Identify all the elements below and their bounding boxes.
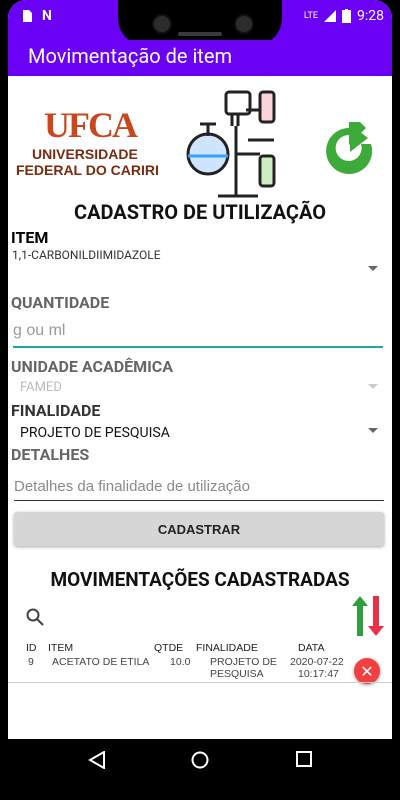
home-icon[interactable] (191, 751, 209, 769)
column-header-item: ITEM (48, 642, 74, 654)
quantity-label: QUANTIDADE (11, 293, 110, 312)
refresh-icon[interactable] (320, 122, 378, 180)
purpose-label: FINALIDADE (11, 401, 101, 420)
details-input[interactable] (14, 472, 384, 501)
toolbar-title: Movimentação de item (28, 44, 232, 68)
row-id: 9 (28, 656, 34, 668)
network-type: LTE (303, 11, 318, 21)
delete-icon[interactable]: ✕ (354, 658, 380, 684)
main-content: UFCA UNIVERSIDADE FEDERAL DO CARIRI CADA… (8, 76, 392, 739)
quantity-input[interactable] (13, 316, 383, 348)
search-icon[interactable] (26, 608, 44, 626)
laboratory-flask-icon (186, 90, 276, 198)
ufca-logo-line1: UNIVERSIDADE (32, 146, 138, 162)
row-time: 10:17:47 (298, 668, 339, 680)
details-label: DETALHES (11, 445, 90, 464)
sim-card-icon (23, 10, 32, 22)
list-title: MOVIMENTAÇÕES CADASTRADAS (50, 568, 350, 591)
row-finalidade-line2: PESQUISA (210, 668, 264, 680)
cadastrar-button[interactable]: CADASTRAR (14, 512, 384, 546)
earpiece-speaker (178, 32, 222, 36)
unit-label: UNIDADE ACADÊMICA (11, 357, 174, 376)
sort-icon[interactable] (351, 594, 385, 638)
ufca-logo-word: UFCA (44, 105, 138, 145)
ufca-logo-line2: FEDERAL DO CARIRI (16, 162, 159, 178)
purpose-select[interactable]: PROJETO DE PESQUISA (20, 425, 170, 441)
unit-dropdown-arrow-icon[interactable] (368, 384, 378, 389)
ufca-logo: UFCA UNIVERSIDADE FEDERAL DO CARIRI (14, 104, 164, 184)
row-finalidade-line1: PROJETO DE (210, 656, 277, 668)
item-label: ITEM (11, 228, 49, 247)
item-select[interactable]: 1,1-CARBONILDIIMIDAZOLE (12, 248, 161, 262)
app-toolbar: Movimentação de item (8, 40, 392, 76)
back-icon[interactable] (88, 751, 106, 769)
column-header-id: ID (26, 642, 37, 654)
status-left-icons: N (20, 8, 52, 24)
row-qtde: 10.0 (170, 656, 191, 668)
n-icon: N (42, 8, 52, 24)
battery-icon (342, 9, 351, 23)
item-dropdown-arrow-icon[interactable] (368, 266, 378, 271)
android-nav-bar (8, 739, 392, 784)
status-bar: N LTE 9:28 (8, 0, 392, 46)
row-date: 2020-07-22 (290, 656, 344, 668)
clock: 9:28 (357, 8, 384, 24)
purpose-dropdown-arrow-icon[interactable] (368, 428, 378, 433)
row-item: ACETATO DE ETILA (52, 656, 150, 668)
column-header-data: DATA (298, 642, 325, 654)
device-frame: N LTE 9:28 Movimentação de item UFCA UNI… (0, 0, 400, 800)
column-header-qtde: QTDE (154, 642, 184, 654)
signal-icon (324, 10, 336, 22)
recents-icon[interactable] (296, 751, 312, 767)
status-right-icons: LTE 9:28 (304, 8, 384, 24)
column-header-finalidade: FINALIDADE (196, 642, 258, 654)
unit-select[interactable]: FAMED (20, 380, 62, 395)
front-camera-right (234, 14, 254, 34)
header-logos: UFCA UNIVERSIDADE FEDERAL DO CARIRI (8, 84, 392, 204)
form-title: CADASTRO DE UTILIZAÇÃO (73, 200, 327, 224)
front-camera-left (152, 14, 172, 34)
row-divider (8, 682, 392, 683)
app-screen: N LTE 9:28 Movimentação de item UFCA UNI… (8, 0, 392, 739)
